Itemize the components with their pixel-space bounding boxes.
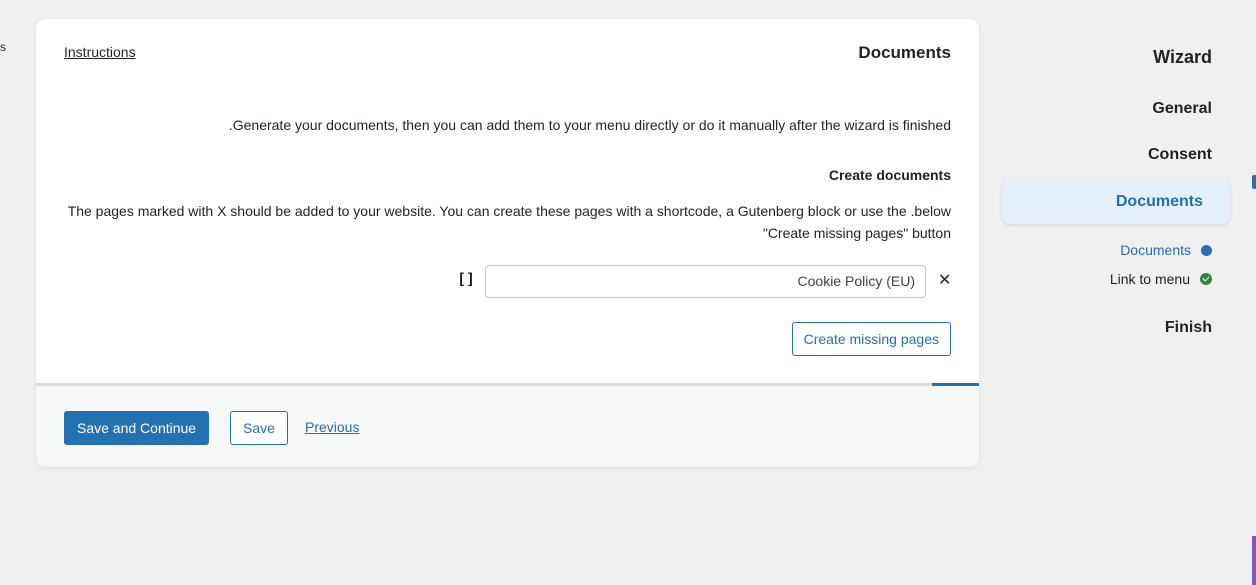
step-finish[interactable]: Finish: [1165, 319, 1212, 337]
previous-link[interactable]: Previous: [305, 419, 359, 435]
wizard-title: Wizard: [1153, 47, 1212, 67]
substep-documents-label: Documents: [1120, 242, 1191, 258]
intro-text: .Generate your documents, then you can a…: [228, 117, 951, 133]
step-documents[interactable]: Documents: [1002, 180, 1230, 224]
substep-documents[interactable]: Documents: [1120, 242, 1212, 258]
step-documents-label: Documents: [1115, 193, 1203, 210]
step-general[interactable]: General: [1152, 100, 1212, 118]
page-title: Documents: [858, 43, 951, 62]
substep-link-to-menu-label: Link to menu: [1109, 271, 1190, 287]
document-row: [] Cookie Policy (EU) ✕: [36, 265, 979, 301]
substep-link-to-menu[interactable]: Link to menu: [1110, 271, 1212, 287]
wizard-card: Instructions Documents .Generate your do…: [36, 19, 979, 467]
save-and-continue-button[interactable]: Save and Continue: [64, 411, 210, 445]
create-missing-pages-button[interactable]: Create missing pages: [791, 322, 951, 356]
close-icon[interactable]: ✕: [938, 270, 951, 290]
document-name-field[interactable]: Cookie Policy (EU): [485, 265, 926, 298]
section-title: Create documents: [828, 167, 951, 183]
check-circle-icon: [1200, 273, 1212, 285]
step-consent[interactable]: Consent: [1148, 146, 1212, 164]
partial-sidebar-glyph: s: [0, 40, 6, 54]
current-dot-icon: [1201, 244, 1212, 256]
save-button[interactable]: Save: [230, 411, 288, 445]
scroll-edge-marker-purple: [1252, 536, 1256, 585]
scroll-edge-marker: [1252, 175, 1256, 189]
card-footer: Save and Continue Save Previous: [36, 386, 979, 467]
page-status-checkbox[interactable]: []: [457, 270, 475, 288]
instructions-link[interactable]: Instructions: [64, 44, 136, 60]
description-text: The pages marked with X should be added …: [67, 203, 951, 241]
